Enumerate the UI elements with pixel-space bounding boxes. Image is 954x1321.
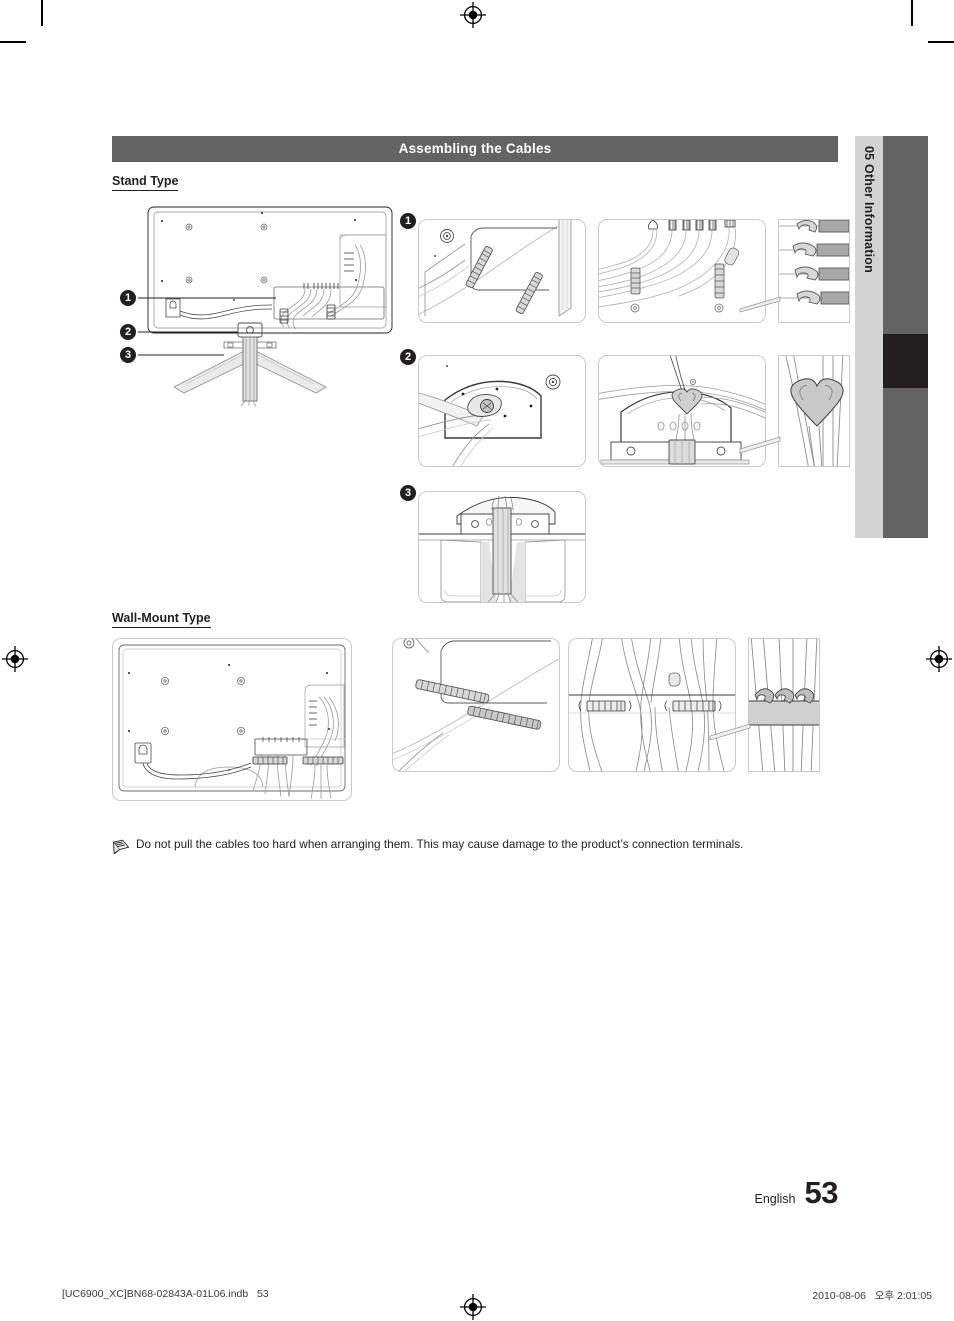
print-footer-filename: [UC6900_XC]BN68-02843A-01L06.indb 53 (62, 1288, 269, 1300)
footer-page-number: 53 (804, 1175, 839, 1210)
callout-marker-2: 2 (120, 324, 136, 340)
crop-mark-top-right-vertical (911, 0, 913, 26)
note-text: Do not pull the cables too hard when arr… (136, 837, 744, 851)
step-2-callout-leader (739, 436, 781, 454)
wall-mount-panel-b (568, 638, 736, 772)
wall-mount-panel-c-closeup (748, 638, 820, 772)
callout-marker-3: 3 (120, 347, 136, 363)
section-header: Assembling the Cables (112, 136, 838, 162)
step-1-marker: 1 (400, 213, 416, 229)
step-3-marker: 3 (400, 485, 416, 501)
subheading-stand-type: Stand Type (112, 174, 179, 191)
registration-target-mark-bottom (460, 1294, 486, 1320)
stand-type-overview-diagram: 1 2 3 (112, 201, 397, 406)
registration-target-mark-left (2, 646, 28, 672)
crop-mark-top-left-horizontal (0, 41, 26, 43)
step-1-panel-c-closeup (778, 219, 850, 323)
step-2-marker: 2 (400, 349, 416, 365)
crop-mark-top-left-vertical (41, 0, 43, 26)
chapter-tab-label: 05 Other Information (862, 146, 876, 273)
print-footer-timestamp: 2010-08-06 오후 2:01:05 (812, 1290, 932, 1302)
page-content: Assembling the Cables Stand Type 1 2 3 1… (112, 136, 850, 855)
wall-mount-callout-leader (709, 723, 751, 741)
note-row: Do not pull the cables too hard when arr… (112, 837, 838, 855)
wall-mount-figure-group (112, 638, 838, 823)
step-1-callout-leader (739, 296, 781, 313)
pencil-note-icon (112, 839, 130, 855)
registration-target-mark-right (926, 646, 952, 672)
chapter-tab-strip: 05 Other Information (855, 136, 883, 538)
subheading-wall-mount-type: Wall-Mount Type (112, 611, 211, 628)
chapter-bar-active-segment (883, 334, 928, 388)
step-2-panel-a (418, 355, 586, 467)
stand-type-section: Stand Type 1 2 3 1 2 3 (112, 172, 850, 603)
step-2-panel-c-closeup (778, 355, 850, 467)
step-1-panel-a (418, 219, 586, 323)
crop-mark-top-right-horizontal (928, 41, 954, 43)
footer-language: English (754, 1192, 796, 1206)
stand-type-figure-group: 1 2 3 1 2 3 (112, 201, 850, 603)
wall-mount-type-section: Wall-Mount Type (112, 609, 838, 823)
step-3-panel-a (418, 491, 586, 603)
callout-marker-1: 1 (120, 290, 136, 306)
wall-mount-overview-diagram (112, 638, 352, 801)
page-footer: English 53 (754, 1175, 839, 1211)
registration-target-mark-top (460, 2, 486, 28)
wall-mount-panel-a (392, 638, 560, 772)
